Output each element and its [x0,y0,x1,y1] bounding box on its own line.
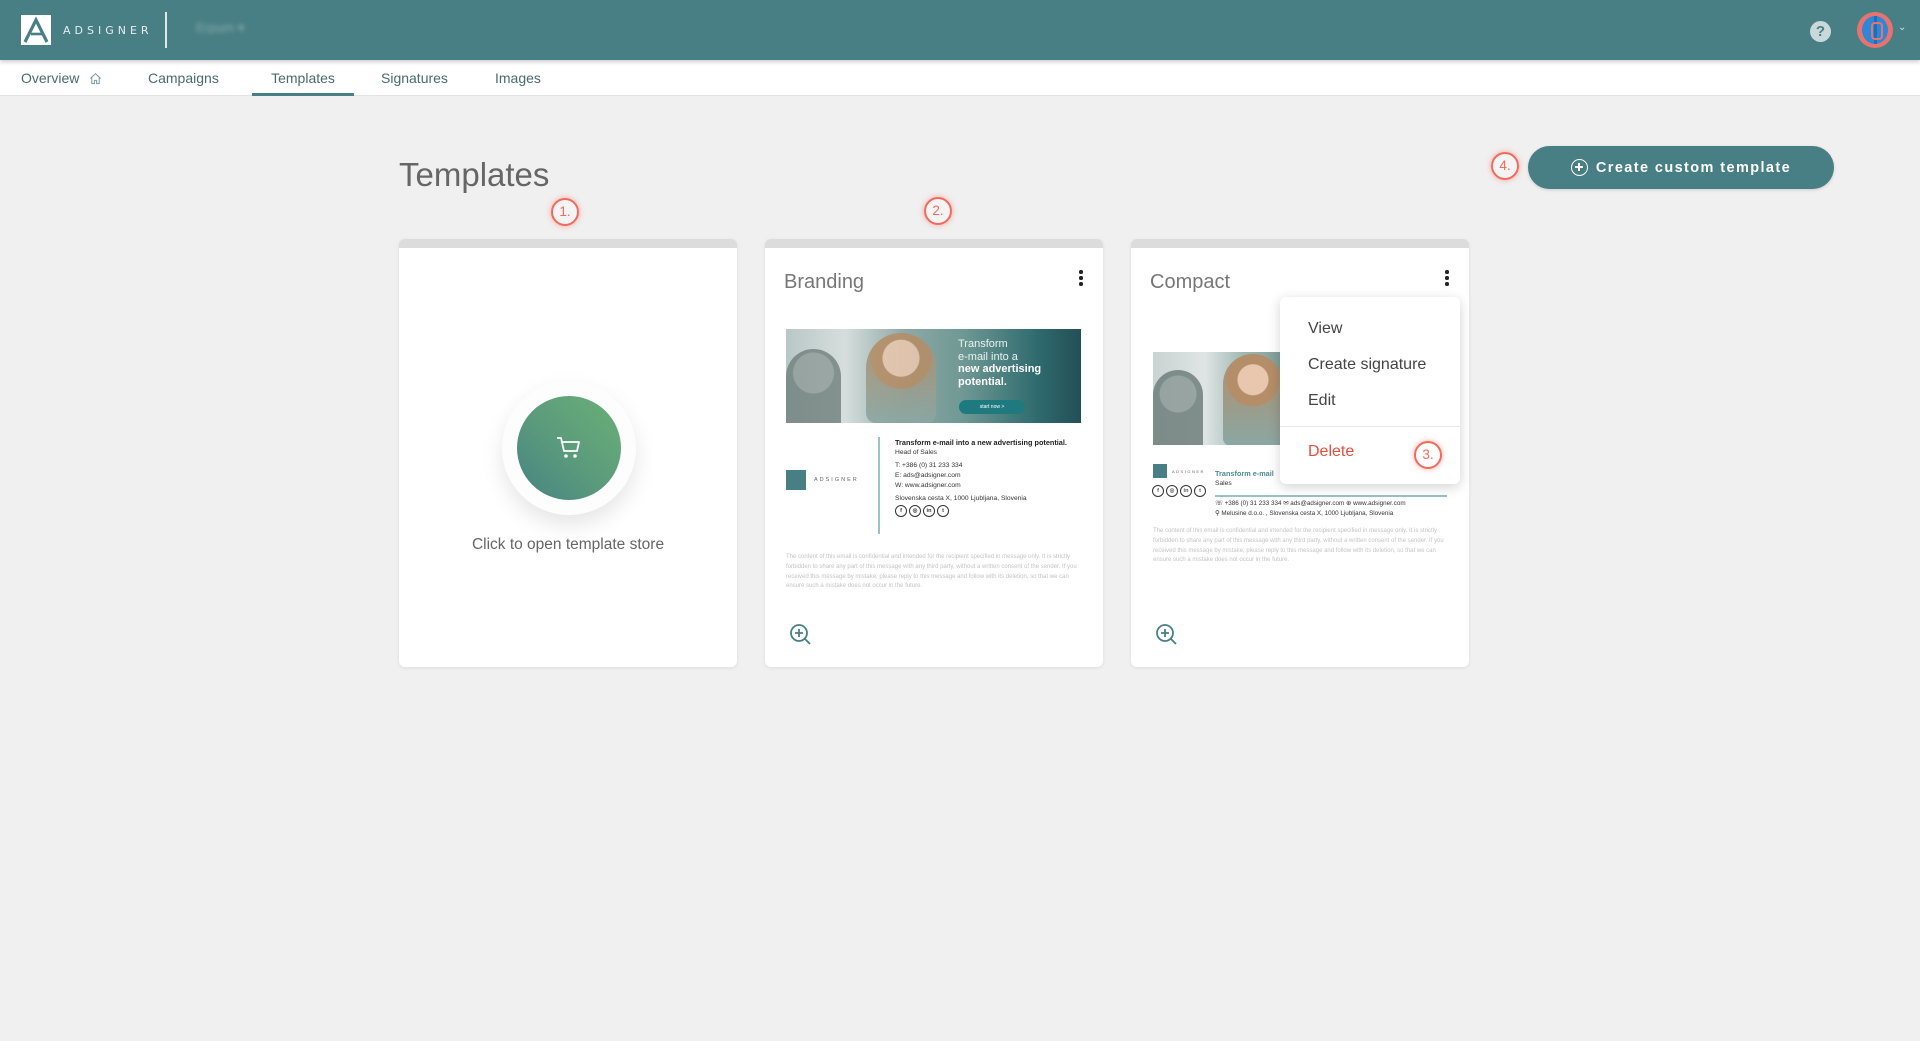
social-icons: f ◎ in t [895,505,1085,518]
banner-line: e-mail into a [958,350,1018,363]
page-title: Templates [399,156,550,193]
signature-contact-line: ☏ +386 (0) 31 233 334 ✉ ads@adsigner.com… [1215,500,1406,507]
signature-logo-text: ADSIGNER [814,477,859,483]
banner-photo-person [786,349,841,423]
logo-mark-icon [1153,464,1167,478]
banner-line: Transform [958,338,1008,350]
signature-role: Head of Sales [895,448,938,456]
signature-logo: ADSIGNER [1153,464,1205,478]
menu-divider [1280,426,1460,427]
banner-cta: start now > [959,400,1025,414]
adsigner-logo[interactable]: ADSIGNER [21,15,153,45]
brand-name: ADSIGNER [63,23,153,37]
nav-tab-signatures[interactable]: Signatures [381,60,448,96]
signature-details: Transform e-mail into a new advertising … [895,438,1085,518]
social-icons: f ◎ in t [1152,485,1206,497]
signature-phone: T: +386 (0) 31 233 334 [895,462,963,470]
nav-tab-templates[interactable]: Templates [252,60,354,96]
template-name: Branding [784,271,865,293]
more-options-icon[interactable] [1442,270,1452,290]
zoom-in-icon[interactable] [1155,623,1179,647]
avatar-image [1862,16,1888,44]
template-name: Compact [1150,271,1231,293]
banner-line-bold: potential. [958,375,1007,388]
more-options-icon[interactable] [1076,270,1086,290]
signature-details: Transform e-mail Sales [1215,469,1274,488]
banner-text: Transform e-mail into a new advertising … [958,338,1041,388]
signature-web: W: www.adsigner.com [895,481,961,489]
signature-contacts: ☏ +386 (0) 31 233 334 ✉ ads@adsigner.com… [1215,499,1406,518]
instagram-icon: ◎ [909,505,921,518]
banner-line-bold: new advertising [958,363,1042,375]
template-store-card[interactable]: Click to open template store [399,239,737,667]
header-divider [165,12,167,48]
facebook-icon: f [895,505,907,518]
linkedin-icon: in [1180,485,1192,497]
store-card-label: Click to open template store [471,536,665,553]
signature-divider [878,437,880,534]
annotation-marker-2: 2. [924,197,952,225]
menu-item-view[interactable]: View [1280,311,1460,347]
top-header: ADSIGNER Erpum ▾ ? ⌄ [0,0,1920,60]
signature-headline: Transform e-mail into a new advertising … [895,438,1067,447]
shopping-cart-icon [557,437,580,458]
main-navigation: Overview Campaigns Templates Signatures … [0,60,1920,96]
twitter-icon: t [937,505,949,518]
template-preview-photo [1153,352,1283,445]
logo-mark-icon [786,470,806,490]
photo-person [1223,354,1283,445]
nav-tab-images[interactable]: Images [495,60,541,96]
signature-logo-text: ADSIGNER [1172,468,1205,474]
menu-item-edit[interactable]: Edit [1280,383,1460,419]
banner-photo-person [866,333,936,423]
signature-disclaimer: The content of this email is confidentia… [1153,528,1444,564]
signature-disclaimer: The content of this email is confidentia… [786,554,1077,590]
annotation-marker-4: 4. [1491,152,1519,180]
home-icon [90,72,102,85]
nav-tab-campaigns[interactable]: Campaigns [148,60,219,96]
instagram-icon: ◎ [1166,485,1178,497]
signature-email: E: ads@adsigner.com [895,472,961,480]
signature-role: Sales [1215,479,1232,487]
help-icon[interactable]: ? [1810,21,1831,42]
annotation-marker-3: 3. [1414,441,1442,469]
signature-headline: Transform e-mail [1215,469,1274,478]
linkedin-icon: in [923,505,935,518]
create-button-label: Create custom template [1595,159,1792,176]
organization-name: Erpum [196,20,235,35]
menu-item-create-signature[interactable]: Create signature [1280,347,1460,383]
nav-tab-label: Overview [21,70,80,86]
facebook-icon: f [1152,485,1164,497]
create-custom-template-button[interactable]: Create custom template [1528,146,1834,189]
organization-switcher[interactable]: Erpum ▾ [196,20,244,36]
signature-address: Slovenska cesta X, 1000 Ljubljana, Slove… [895,494,1027,502]
user-avatar[interactable] [1857,12,1893,48]
template-card[interactable]: Branding Transform e-mail into a new adv… [765,239,1103,667]
plus-circle-icon [1570,159,1588,176]
photo-person [1153,370,1203,445]
open-template-store-button[interactable] [517,396,621,500]
signature-address-line: ⚲ Melusine d.o.o. , Slovenska cesta X, 1… [1215,509,1394,517]
annotation-marker-1: 1. [551,198,579,226]
nav-tab-overview[interactable]: Overview [21,60,102,96]
logo-mark-icon [21,15,51,45]
twitter-icon: t [1194,485,1206,497]
zoom-in-icon[interactable] [789,623,813,647]
template-preview-banner: Transform e-mail into a new advertising … [786,329,1081,423]
chevron-down-icon[interactable]: ⌄ [1898,22,1906,33]
signature-logo: ADSIGNER [786,470,859,490]
signature-divider [1215,495,1447,497]
